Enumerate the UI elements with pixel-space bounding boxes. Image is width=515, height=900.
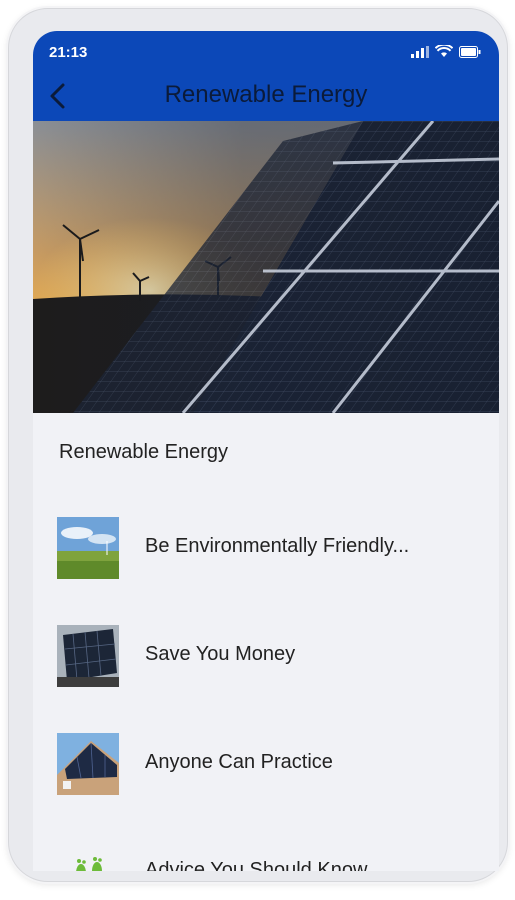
wifi-icon	[435, 45, 453, 57]
list-item[interactable]: Anyone Can Practice	[33, 709, 499, 818]
list-item[interactable]: Advice You Should Know	[33, 817, 499, 871]
status-bar: 21:13	[33, 31, 499, 73]
section-header: Renewable Energy	[33, 413, 499, 494]
list-item[interactable]: Save You Money	[33, 601, 499, 710]
list-item-label: Save You Money	[145, 643, 296, 665]
page-title: Renewable Energy	[164, 81, 368, 108]
list-item[interactable]: Be Environmentally Friendly...	[33, 493, 499, 602]
status-time: 21:13	[49, 44, 88, 61]
list-item-label: Be Environmentally Friendly...	[145, 535, 410, 557]
battery-icon	[459, 45, 481, 58]
status-icons	[411, 45, 481, 58]
list-item-label: Advice You Should Know	[145, 859, 368, 871]
footprints-icon	[76, 857, 102, 871]
app-bar: Renewable Energy	[33, 73, 499, 121]
meadow-wind-turbine-thumbnail	[57, 517, 119, 579]
solar-panel-thumbnail	[57, 625, 119, 687]
phone-frame: 21:13 Renewable Energy Renewable Energy …	[8, 8, 508, 882]
hero-image-solar-wind	[33, 121, 499, 413]
signal-icon	[411, 45, 429, 58]
solar-roof-house-thumbnail	[57, 733, 119, 795]
section-title: Renewable Energy	[59, 441, 228, 463]
list-item-label: Anyone Can Practice	[145, 751, 333, 773]
app-screen: 21:13 Renewable Energy Renewable Energy …	[33, 31, 499, 871]
